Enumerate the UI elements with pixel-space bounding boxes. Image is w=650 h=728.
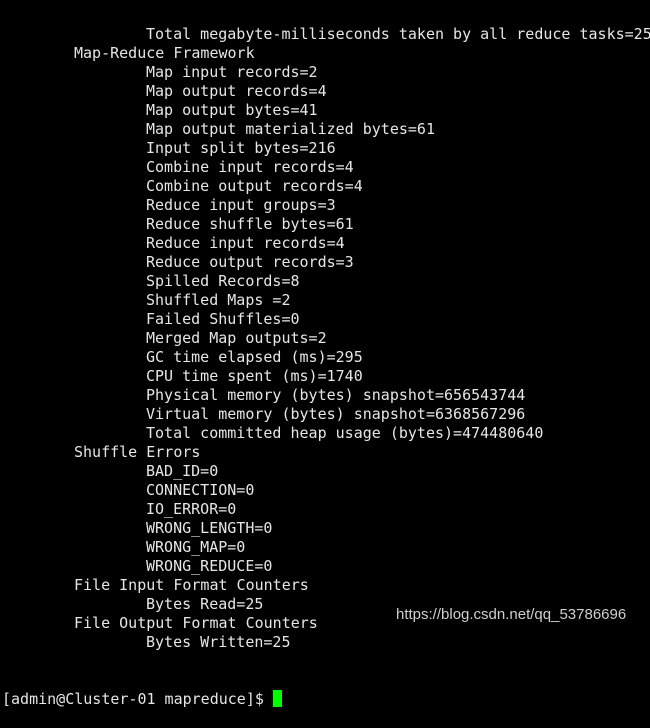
counter-line: Combine input records=4: [146, 158, 354, 176]
counter-line: Reduce input groups=3: [146, 196, 336, 214]
counter-line: Reduce output records=3: [146, 253, 354, 271]
counter-line: Merged Map outputs=2: [146, 329, 327, 347]
counter-line: GC time elapsed (ms)=295: [146, 348, 363, 366]
counter-line: BAD_ID=0: [146, 462, 219, 480]
counter-line: Total committed heap usage (bytes)=47448…: [146, 424, 544, 442]
counter-line: Shuffled Maps =2: [146, 291, 291, 309]
shell-prompt-line[interactable]: [admin@Cluster-01 mapreduce]$: [2, 690, 650, 709]
counter-line: IO_ERROR=0: [146, 500, 237, 518]
counter-line: WRONG_REDUCE=0: [146, 557, 273, 575]
output-lines: Total megabyte-milliseconds taken by all…: [2, 25, 650, 652]
counter-line: Input split bytes=216: [146, 139, 336, 157]
counter-line: Map output materialized bytes=61: [146, 120, 435, 138]
counter-group-header: File Input Format Counters: [74, 576, 309, 594]
counter-group-header: Map-Reduce Framework: [74, 44, 255, 62]
counter-line: CPU time spent (ms)=1740: [146, 367, 363, 385]
counter-line: Map output records=4: [146, 82, 327, 100]
counter-line: Spilled Records=8: [146, 272, 300, 290]
counter-line: Combine output records=4: [146, 177, 363, 195]
counter-line: Total megabyte-milliseconds taken by all…: [146, 25, 650, 43]
counter-line: Reduce input records=4: [146, 234, 345, 252]
counter-line: CONNECTION=0: [146, 481, 255, 499]
counter-line: WRONG_LENGTH=0: [146, 519, 273, 537]
shell-prompt: [admin@Cluster-01 mapreduce]$: [2, 690, 273, 708]
counter-line: Reduce shuffle bytes=61: [146, 215, 354, 233]
counter-line: Map input records=2: [146, 63, 318, 81]
watermark: https://blog.csdn.net/qq_53786696: [396, 606, 627, 623]
text-cursor: [272, 690, 282, 707]
counter-line: Map output bytes=41: [146, 101, 318, 119]
counter-group-header: Shuffle Errors: [74, 443, 201, 461]
counter-line: Failed Shuffles=0: [146, 310, 300, 328]
counter-line: Virtual memory (bytes) snapshot=63685672…: [146, 405, 526, 423]
counter-line: Physical memory (bytes) snapshot=6565437…: [146, 386, 526, 404]
counter-line: WRONG_MAP=0: [146, 538, 246, 556]
